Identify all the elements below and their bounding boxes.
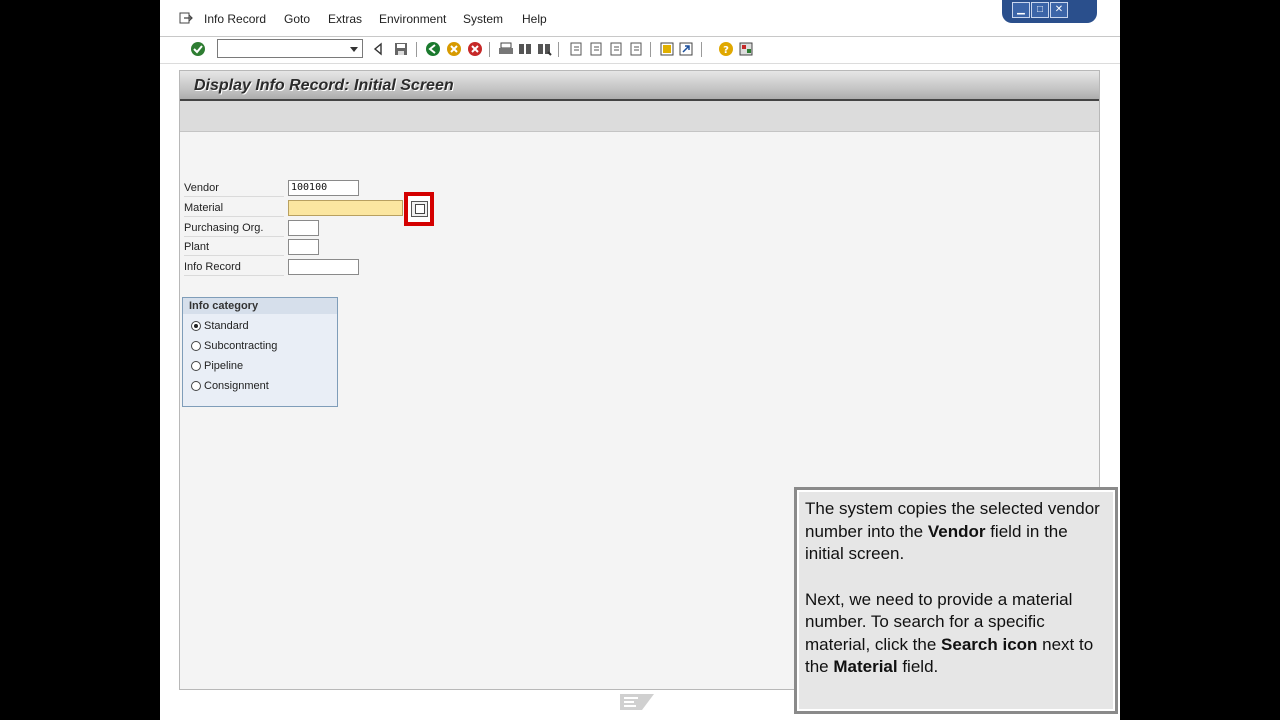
tutorial-paragraph-2: Next, we need to provide a material numb… (805, 589, 1094, 677)
radio-icon (191, 361, 201, 371)
radio-pipeline[interactable]: Pipeline (191, 360, 243, 372)
system-menu-icon[interactable] (179, 12, 193, 24)
toolbar-separator (701, 42, 702, 57)
standard-toolbar: ? (160, 36, 1120, 64)
search-help-button[interactable] (404, 192, 434, 226)
find-next-icon[interactable] (536, 41, 552, 57)
search-help-icon (411, 201, 428, 217)
next-page-icon[interactable] (608, 41, 624, 57)
group-title: Info category (183, 298, 337, 314)
maximize-button[interactable]: □ (1031, 2, 1049, 18)
title-bar: Display Info Record: Initial Screen (180, 71, 1099, 101)
menu-environment[interactable]: Environment (379, 12, 446, 26)
window-controls: ▁ □ ✕ (1002, 0, 1097, 23)
vendor-label: Vendor (184, 182, 284, 197)
toolbar-separator (558, 42, 559, 57)
layout-menu-icon[interactable] (738, 41, 754, 57)
enter-checkmark-icon[interactable] (190, 41, 206, 57)
menu-info-record[interactable]: Info Record (204, 12, 266, 26)
plant-label: Plant (184, 241, 284, 256)
close-button[interactable]: ✕ (1050, 2, 1068, 18)
radio-icon (191, 381, 201, 391)
print-icon[interactable] (498, 41, 514, 57)
application-toolbar (180, 101, 1099, 132)
sap-logo-icon (620, 694, 654, 710)
help-icon[interactable]: ? (718, 41, 734, 57)
toolbar-separator (650, 42, 651, 57)
material-field[interactable] (288, 200, 403, 216)
tutorial-callout: The system copies the selected vendor nu… (794, 487, 1118, 714)
save-icon[interactable] (393, 41, 409, 57)
info-category-group: Info category Standard Subcontracting Pi… (182, 297, 338, 407)
chevron-down-icon[interactable] (348, 42, 360, 55)
cancel-icon[interactable] (467, 41, 483, 57)
purchasing-org-field[interactable] (288, 220, 319, 236)
first-page-icon[interactable] (568, 41, 584, 57)
menu-help[interactable]: Help (522, 12, 547, 26)
toolbar-separator (489, 42, 490, 57)
svg-text:?: ? (723, 45, 729, 56)
radio-consignment[interactable]: Consignment (191, 380, 269, 392)
radio-label: Standard (204, 320, 249, 332)
last-page-icon[interactable] (628, 41, 644, 57)
previous-page-icon[interactable] (588, 41, 604, 57)
info-record-label: Info Record (184, 261, 284, 276)
menu-goto[interactable]: Goto (284, 12, 310, 26)
minimize-button[interactable]: ▁ (1012, 2, 1030, 18)
radio-label: Subcontracting (204, 340, 278, 352)
material-label: Material (184, 202, 284, 217)
menu-system[interactable]: System (463, 12, 503, 26)
back-icon[interactable] (425, 41, 441, 57)
tutorial-paragraph-1: The system copies the selected vendor nu… (805, 499, 1100, 563)
find-icon[interactable] (517, 41, 533, 57)
radio-label: Pipeline (204, 360, 244, 372)
radio-label: Consignment (204, 380, 269, 392)
radio-standard[interactable]: Standard (191, 320, 249, 332)
shortcut-icon[interactable] (678, 41, 694, 57)
vendor-field[interactable]: 100100 (288, 180, 359, 196)
page-title: Display Info Record: Initial Screen (194, 77, 454, 94)
menu-bar: Info Record Goto Extras Environment Syst… (160, 0, 1120, 36)
tutorial-text: The system copies the selected vendor nu… (805, 498, 1105, 702)
exit-icon[interactable] (446, 41, 462, 57)
new-session-icon[interactable] (659, 41, 675, 57)
radio-icon (191, 341, 201, 351)
command-field[interactable] (217, 39, 363, 58)
menu-extras[interactable]: Extras (328, 12, 362, 26)
radio-subcontracting[interactable]: Subcontracting (191, 340, 277, 352)
purchasing-org-label: Purchasing Org. (184, 222, 284, 237)
back-arrow-icon[interactable] (370, 41, 386, 57)
radio-selected-icon (191, 321, 201, 331)
toolbar-separator (416, 42, 417, 57)
info-record-field[interactable] (288, 259, 359, 275)
plant-field[interactable] (288, 239, 319, 255)
